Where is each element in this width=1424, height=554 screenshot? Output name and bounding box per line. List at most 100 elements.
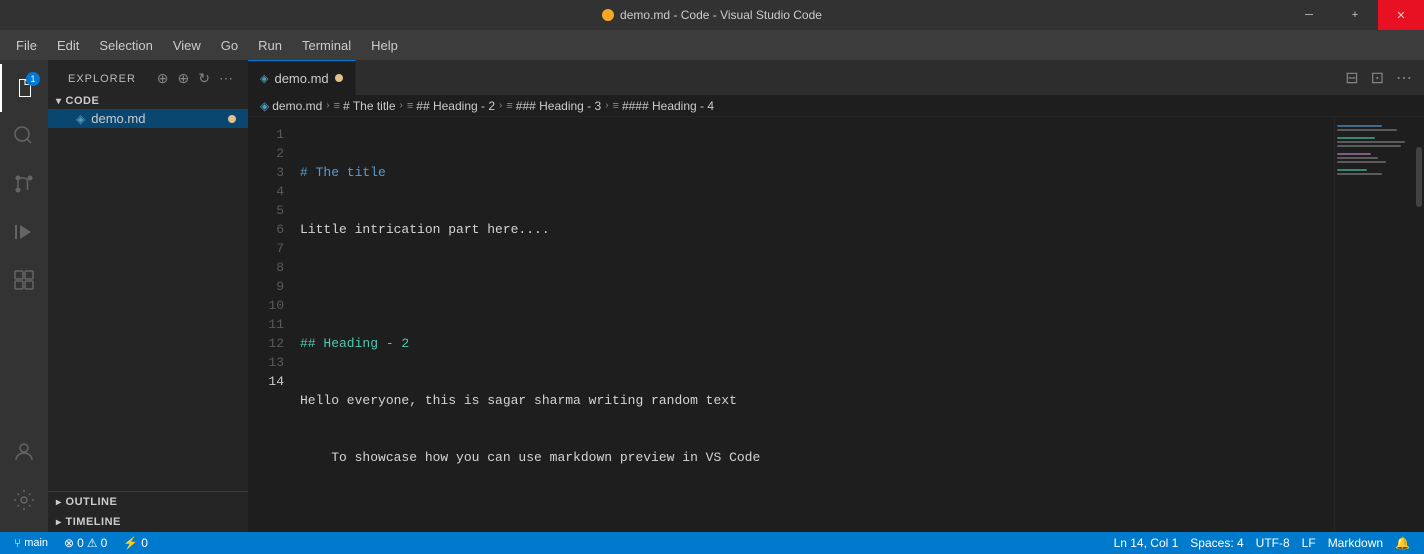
minimap-line-8 bbox=[1337, 153, 1371, 155]
breadcrumb-h2[interactable]: ≡ ## Heading - 2 bbox=[407, 99, 495, 113]
activity-explorer[interactable]: 1 bbox=[0, 64, 48, 112]
warning-count: 0 bbox=[101, 536, 108, 550]
breadcrumb-h1-icon: ≡ bbox=[334, 100, 340, 112]
remote-item[interactable]: ⚡ 0 bbox=[117, 532, 154, 554]
git-branch-label: main bbox=[24, 537, 48, 549]
minimap-line-14 bbox=[1337, 177, 1341, 179]
minimap-line-7 bbox=[1337, 149, 1341, 151]
minimap-line-12 bbox=[1337, 169, 1367, 171]
line-num-1: 1 bbox=[248, 125, 284, 144]
outline-chevron-icon: ▸ bbox=[56, 497, 62, 508]
breadcrumb-h4[interactable]: ≡ #### Heading - 4 bbox=[613, 99, 715, 113]
breadcrumb-h3-label: ### Heading - 3 bbox=[516, 99, 601, 113]
menu-selection[interactable]: Selection bbox=[91, 34, 160, 57]
line-num-8: 8 bbox=[248, 258, 284, 277]
menu-go[interactable]: Go bbox=[213, 34, 246, 57]
line-num-3: 3 bbox=[248, 163, 284, 182]
folder-code[interactable]: ▾ CODE bbox=[48, 93, 248, 109]
menu-help[interactable]: Help bbox=[363, 34, 406, 57]
activity-source-control[interactable] bbox=[0, 160, 48, 208]
breadcrumb-file-icon: ◈ bbox=[260, 99, 269, 113]
outline-section[interactable]: ▸ OUTLINE bbox=[48, 492, 248, 512]
line-num-9: 9 bbox=[248, 277, 284, 296]
breadcrumb-h1[interactable]: ≡ # The title bbox=[334, 99, 396, 113]
activity-search[interactable] bbox=[0, 112, 48, 160]
menu-view[interactable]: View bbox=[165, 34, 209, 57]
activity-run[interactable] bbox=[0, 208, 48, 256]
language-item[interactable]: Markdown bbox=[1322, 532, 1389, 554]
spaces-label: Spaces: 4 bbox=[1190, 536, 1243, 550]
editor-scrollbar[interactable] bbox=[1414, 117, 1424, 532]
collapse-button[interactable]: ⋯ bbox=[217, 68, 236, 89]
activity-bar-bottom bbox=[0, 428, 48, 532]
tabs-bar: ◈ demo.md ⊟ ⊡ ⋯ bbox=[248, 60, 1424, 95]
breadcrumb-h2-label: ## Heading - 2 bbox=[416, 99, 495, 113]
activity-extensions[interactable] bbox=[0, 256, 48, 304]
breadcrumb-h3[interactable]: ≡ ### Heading - 3 bbox=[506, 99, 601, 113]
line-num-5: 5 bbox=[248, 201, 284, 220]
status-bar: ⑂ main ⊗ 0 ⚠ 0 ⚡ 0 Ln 14, Col 1 Spaces: … bbox=[0, 532, 1424, 554]
timeline-section[interactable]: ▸ TIMELINE bbox=[48, 512, 248, 532]
minimap-content bbox=[1335, 117, 1414, 189]
menu-bar: File Edit Selection View Go Run Terminal… bbox=[0, 30, 1424, 60]
menu-terminal[interactable]: Terminal bbox=[294, 34, 359, 57]
title-text: demo.md - Code - Visual Studio Code bbox=[602, 8, 822, 22]
git-branch-item[interactable]: ⑂ main bbox=[8, 532, 54, 554]
sidebar: Explorer ⊕ ⊕ ↻ ⋯ ▾ CODE ◈ demo.md ▸ OUTL bbox=[48, 60, 248, 532]
editor-area: ◈ demo.md ⊟ ⊡ ⋯ ◈ demo.md › ≡ # The titl… bbox=[248, 60, 1424, 532]
breadcrumb-h1-label: # The title bbox=[343, 99, 395, 113]
minimap-line-3 bbox=[1337, 133, 1341, 135]
notification-bell[interactable]: 🔔 bbox=[1389, 532, 1416, 554]
tab-demo-md[interactable]: ◈ demo.md bbox=[248, 60, 356, 95]
encoding-label: UTF-8 bbox=[1256, 536, 1290, 550]
line-num-14: 14 bbox=[248, 372, 284, 391]
status-right: Ln 14, Col 1 Spaces: 4 UTF-8 LF Markdown… bbox=[1108, 532, 1416, 554]
minimize-button[interactable]: ─ bbox=[1286, 0, 1332, 30]
line-num-11: 11 bbox=[248, 315, 284, 334]
code-editor[interactable]: # The title Little intrication part here… bbox=[296, 117, 1334, 532]
maximize-button[interactable]: + bbox=[1332, 0, 1378, 30]
refresh-button[interactable]: ↻ bbox=[196, 68, 213, 89]
status-left: ⑂ main ⊗ 0 ⚠ 0 ⚡ 0 bbox=[8, 532, 154, 554]
chevron-down-icon: ▾ bbox=[56, 96, 62, 107]
activity-settings[interactable] bbox=[0, 476, 48, 524]
remote-icon: ⚡ bbox=[123, 536, 138, 550]
file-demo-md[interactable]: ◈ demo.md bbox=[48, 109, 248, 128]
breadcrumb-file[interactable]: ◈ demo.md bbox=[260, 99, 322, 113]
line-num-7: 7 bbox=[248, 239, 284, 258]
breadcrumb-filename: demo.md bbox=[272, 99, 322, 113]
breadcrumb-h3-icon: ≡ bbox=[506, 100, 512, 112]
menu-file[interactable]: File bbox=[8, 34, 45, 57]
sidebar-actions: ⊕ ⊕ ↻ ⋯ bbox=[155, 68, 236, 89]
minimap-line-2 bbox=[1337, 129, 1397, 131]
code-line-7 bbox=[300, 505, 1334, 524]
file-md-icon: ◈ bbox=[76, 112, 85, 126]
title-bar: demo.md - Code - Visual Studio Code ─ + … bbox=[0, 0, 1424, 30]
window-title: demo.md - Code - Visual Studio Code bbox=[620, 8, 822, 22]
spaces-item[interactable]: Spaces: 4 bbox=[1184, 532, 1249, 554]
minimap-line-13 bbox=[1337, 173, 1382, 175]
errors-item[interactable]: ⊗ 0 ⚠ 0 bbox=[58, 532, 113, 554]
line-ending-item[interactable]: LF bbox=[1296, 532, 1322, 554]
sidebar-title: Explorer bbox=[68, 73, 136, 85]
menu-edit[interactable]: Edit bbox=[49, 34, 87, 57]
language-label: Markdown bbox=[1328, 536, 1383, 550]
editor-layout-button[interactable]: ⊡ bbox=[1367, 66, 1388, 90]
minimap-line-1 bbox=[1337, 125, 1382, 127]
more-actions-button[interactable]: ⋯ bbox=[1392, 66, 1416, 90]
breadcrumb-h4-label: #### Heading - 4 bbox=[622, 99, 714, 113]
new-file-button[interactable]: ⊕ bbox=[155, 68, 172, 89]
activity-account[interactable] bbox=[0, 428, 48, 476]
encoding-item[interactable]: UTF-8 bbox=[1250, 532, 1296, 554]
code-line-1: # The title bbox=[300, 163, 1334, 182]
breadcrumb-sep-3: › bbox=[499, 100, 502, 111]
line-num-12: 12 bbox=[248, 334, 284, 353]
new-folder-button[interactable]: ⊕ bbox=[176, 68, 193, 89]
editor-content[interactable]: 1 2 3 4 5 6 7 8 9 10 11 12 13 14 # The t… bbox=[248, 117, 1424, 532]
menu-run[interactable]: Run bbox=[250, 34, 290, 57]
position-item[interactable]: Ln 14, Col 1 bbox=[1108, 532, 1185, 554]
code-line-5: Hello everyone, this is sagar sharma wri… bbox=[300, 391, 1334, 410]
close-button[interactable]: ✕ bbox=[1378, 0, 1424, 30]
breadcrumb-sep-4: › bbox=[605, 100, 608, 111]
split-editor-button[interactable]: ⊟ bbox=[1341, 66, 1362, 90]
